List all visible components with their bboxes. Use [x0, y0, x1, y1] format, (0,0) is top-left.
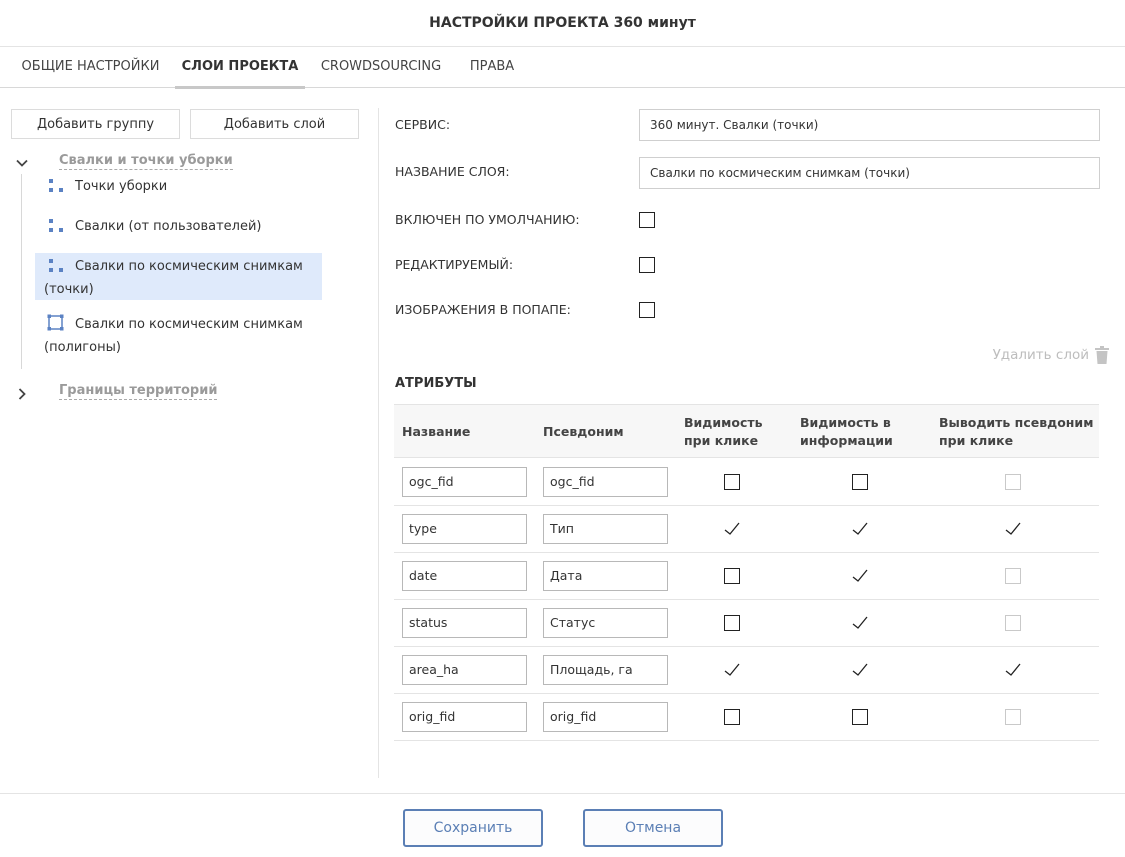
layer-label: Свалки (от пользователей)	[75, 219, 262, 234]
layer-name-field[interactable]: Свалки по космическим снимкам (точки)	[639, 157, 1100, 189]
polygon-icon	[44, 314, 64, 331]
enabled-default-label: ВКЛЮЧЕН ПО УМОЛЧАНИЮ:	[395, 212, 580, 227]
tab-bar: ОБЩИЕ НАСТРОЙКИ СЛОИ ПРОЕКТА CROWDSOURCI…	[0, 47, 1125, 89]
group-label-territory-borders[interactable]: Границы территорий	[59, 383, 218, 400]
visible-click-checkbox[interactable]	[722, 521, 742, 537]
attribute-alias-field[interactable]: ogc_fid	[543, 467, 668, 497]
editable-label: РЕДАКТИРУЕМЫЙ:	[395, 257, 514, 272]
enabled-default-checkbox[interactable]	[639, 212, 655, 228]
tab-project-layers[interactable]: СЛОИ ПРОЕКТА	[175, 47, 305, 89]
column-header-visible-click: Видимость при клике	[684, 415, 763, 448]
table-row: date Дата	[394, 553, 1099, 600]
column-header-alias-click: Выводить псевдоним при клике	[939, 415, 1094, 448]
chevron-down-icon[interactable]	[15, 156, 29, 170]
table-row: type Тип	[394, 506, 1099, 553]
layer-item-satellite-dumps-points[interactable]: Свалки по космическим снимкам (точки)	[35, 253, 322, 300]
table-row: orig_fid orig_fid	[394, 694, 1099, 741]
attribute-alias-field[interactable]: Дата	[543, 561, 668, 591]
popup-images-label: ИЗОБРАЖЕНИЯ В ПОПАПЕ:	[395, 302, 571, 317]
layer-label: Свалки по космическим снимкам (полигоны)	[44, 317, 303, 355]
visible-info-checkbox[interactable]	[850, 568, 870, 584]
tree-connector	[21, 174, 22, 369]
alias-click-checkbox[interactable]	[1003, 662, 1023, 678]
visible-info-checkbox[interactable]	[852, 474, 868, 490]
chevron-right-icon[interactable]	[15, 387, 29, 401]
layer-name-label: НАЗВАНИЕ СЛОЯ:	[395, 164, 510, 179]
column-header-alias: Псевдоним	[543, 424, 624, 439]
footer-divider	[0, 793, 1125, 794]
attribute-alias-field[interactable]: Площадь, га	[543, 655, 668, 685]
alias-click-checkbox[interactable]	[1005, 709, 1021, 725]
dialog-header: НАСТРОЙКИ ПРОЕКТА 360 минут	[0, 0, 1125, 47]
attribute-alias-field[interactable]: Статус	[543, 608, 668, 638]
tab-general-settings[interactable]: ОБЩИЕ НАСТРОЙКИ	[12, 47, 169, 88]
attribute-name-field[interactable]: date	[402, 561, 527, 591]
attributes-title: АТРИБУТЫ	[395, 376, 477, 391]
panel-divider	[378, 108, 379, 778]
table-row: ogc_fid ogc_fid	[394, 459, 1099, 506]
visible-info-checkbox[interactable]	[850, 521, 870, 537]
layer-item-user-dumps[interactable]: Свалки (от пользователей)	[35, 215, 322, 238]
attribute-name-field[interactable]: ogc_fid	[402, 467, 527, 497]
cancel-button[interactable]: Отмена	[583, 809, 723, 847]
points-icon	[44, 257, 63, 273]
layer-label: Точки уборки	[75, 179, 168, 194]
delete-layer-label: Удалить слой	[992, 347, 1089, 363]
add-group-button[interactable]: Добавить группу	[11, 109, 180, 139]
column-header-name: Название	[402, 424, 471, 439]
visible-click-checkbox[interactable]	[722, 662, 742, 678]
visible-click-checkbox[interactable]	[724, 568, 740, 584]
visible-info-checkbox[interactable]	[852, 709, 868, 725]
delete-layer-button[interactable]: Удалить слой	[993, 346, 1109, 364]
visible-click-checkbox[interactable]	[724, 474, 740, 490]
layer-label: Свалки по космическим снимкам (точки)	[44, 259, 303, 297]
layer-item-satellite-dumps-polygons[interactable]: Свалки по космическим снимкам (полигоны)	[35, 313, 322, 359]
attribute-name-field[interactable]: type	[402, 514, 527, 544]
add-layer-button[interactable]: Добавить слой	[190, 109, 359, 139]
points-icon	[44, 217, 63, 233]
attribute-alias-field[interactable]: orig_fid	[543, 702, 668, 732]
visible-info-checkbox[interactable]	[850, 615, 870, 631]
alias-click-checkbox[interactable]	[1005, 474, 1021, 490]
alias-click-checkbox[interactable]	[1005, 568, 1021, 584]
group-label-dumps-and-cleanup[interactable]: Свалки и точки уборки	[59, 153, 233, 170]
tab-crowdsourcing[interactable]: CROWDSOURCING	[312, 47, 450, 88]
alias-click-checkbox[interactable]	[1003, 521, 1023, 537]
service-field[interactable]: 360 минут. Свалки (точки)	[639, 109, 1100, 141]
layer-item-cleanup-points[interactable]: Точки уборки	[35, 175, 322, 198]
save-button[interactable]: Сохранить	[403, 809, 543, 847]
attribute-alias-field[interactable]: Тип	[543, 514, 668, 544]
dialog-title: НАСТРОЙКИ ПРОЕКТА 360 минут	[429, 15, 696, 31]
popup-images-checkbox[interactable]	[639, 302, 655, 318]
attribute-name-field[interactable]: status	[402, 608, 527, 638]
column-header-visible-info: Видимость в информации	[800, 415, 893, 448]
trash-icon	[1095, 346, 1109, 364]
table-row: area_ha Площадь, га	[394, 647, 1099, 694]
points-icon	[44, 177, 63, 193]
attribute-name-field[interactable]: orig_fid	[402, 702, 527, 732]
alias-click-checkbox[interactable]	[1005, 615, 1021, 631]
tab-rights[interactable]: ПРАВА	[460, 47, 524, 88]
service-label: СЕРВИС:	[395, 117, 451, 132]
table-header: Название Псевдоним Видимость при клике В…	[394, 404, 1099, 458]
visible-click-checkbox[interactable]	[724, 709, 740, 725]
visible-click-checkbox[interactable]	[724, 615, 740, 631]
editable-checkbox[interactable]	[639, 257, 655, 273]
table-row: status Статус	[394, 600, 1099, 647]
attribute-name-field[interactable]: area_ha	[402, 655, 527, 685]
visible-info-checkbox[interactable]	[850, 662, 870, 678]
